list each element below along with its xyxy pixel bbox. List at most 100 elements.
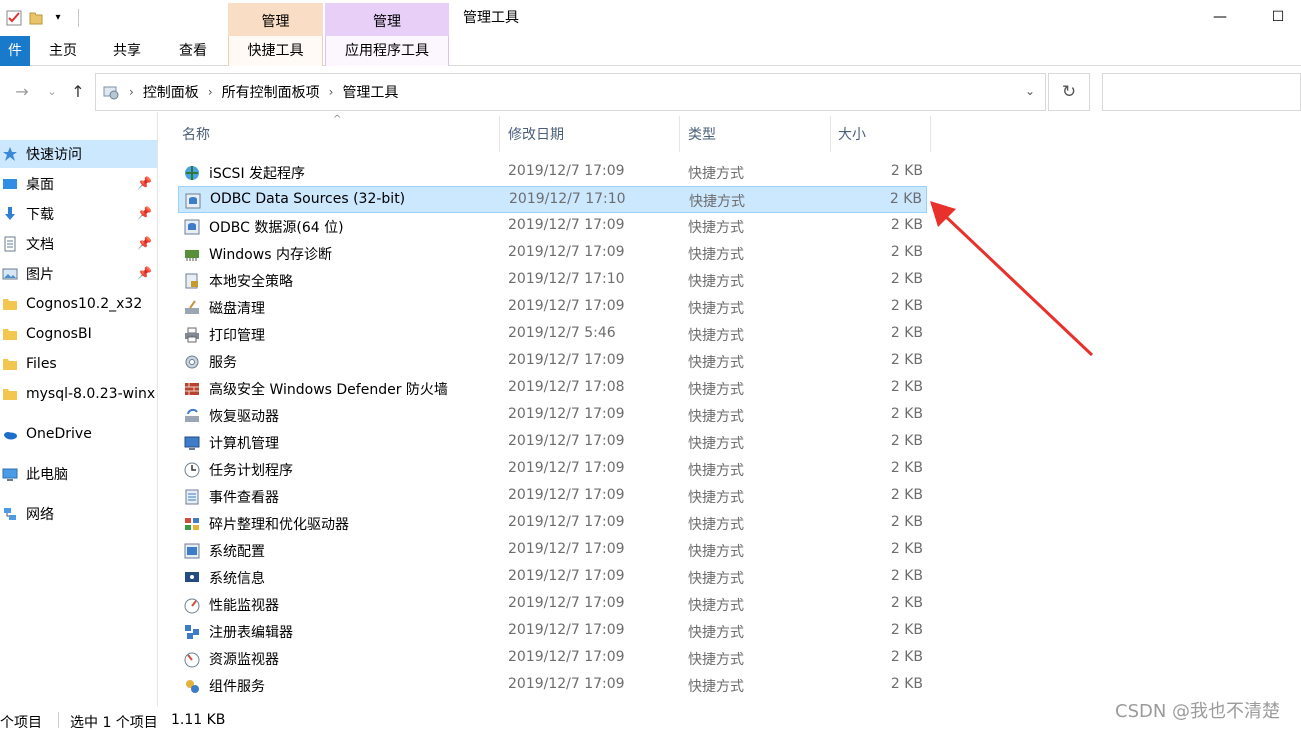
breadcrumb-separator: › — [328, 85, 334, 99]
file-date: 2019/12/7 17:09 — [508, 433, 625, 449]
watermark: CSDN @我也不清楚 — [1115, 701, 1281, 722]
nav-item-network[interactable]: 网络 — [0, 500, 157, 528]
nav-item-onedrive[interactable]: OneDrive — [0, 420, 157, 448]
nav-item-desktop[interactable]: 桌面 📌 — [0, 170, 157, 198]
tab-application-tools[interactable]: 应用程序工具 — [325, 36, 449, 66]
refresh-button[interactable]: ↻ — [1048, 73, 1090, 111]
customize-dropdown-icon[interactable]: ▾ — [50, 10, 66, 26]
file-date: 2019/12/7 17:09 — [508, 595, 625, 611]
tab-shortcut-tools[interactable]: 快捷工具 — [228, 36, 323, 66]
file-row[interactable]: 注册表编辑器 2019/12/7 17:09 快捷方式 2 KB — [178, 618, 927, 645]
column-header-name[interactable]: 名称 — [182, 116, 210, 152]
folder-icon — [2, 326, 18, 342]
file-type: 快捷方式 — [688, 544, 744, 560]
breadcrumb-separator: › — [207, 85, 213, 99]
nav-item-quick-access[interactable]: 快速访问 — [0, 140, 157, 168]
file-row[interactable]: 碎片整理和优化驱动器 2019/12/7 17:09 快捷方式 2 KB — [178, 510, 927, 537]
file-row[interactable]: 事件查看器 2019/12/7 17:09 快捷方式 2 KB — [178, 483, 927, 510]
file-name: 本地安全策略 — [209, 274, 293, 290]
properties-icon[interactable] — [6, 10, 22, 26]
file-row[interactable]: 系统信息 2019/12/7 17:09 快捷方式 2 KB — [178, 564, 927, 591]
column-header-type[interactable]: 类型 — [688, 116, 716, 152]
file-row[interactable]: 磁盘清理 2019/12/7 17:09 快捷方式 2 KB — [178, 294, 927, 321]
file-date: 2019/12/7 17:09 — [508, 298, 625, 314]
file-size: 2 KB — [890, 460, 923, 476]
file-type: 快捷方式 — [688, 625, 744, 641]
file-row[interactable]: 打印管理 2019/12/7 5:46 快捷方式 2 KB — [178, 321, 927, 348]
file-size: 2 KB — [890, 352, 923, 368]
nav-item-downloads[interactable]: 下载 📌 — [0, 200, 157, 228]
recent-locations-button[interactable]: ⌄ — [40, 80, 64, 104]
tab-view[interactable]: 查看 — [170, 36, 216, 66]
breadcrumb-control-panel[interactable]: 控制面板 — [143, 82, 199, 102]
file-size: 2 KB — [890, 325, 923, 341]
column-divider[interactable] — [499, 116, 500, 152]
tab-share[interactable]: 共享 — [104, 36, 150, 66]
computer-icon — [2, 466, 18, 482]
new-folder-icon[interactable] — [28, 10, 44, 26]
file-row[interactable]: 本地安全策略 2019/12/7 17:10 快捷方式 2 KB — [178, 267, 927, 294]
breadcrumb-all-items[interactable]: 所有控制面板项 — [222, 82, 320, 102]
file-size: 2 KB — [890, 433, 923, 449]
tab-home[interactable]: 主页 — [40, 36, 86, 66]
up-button[interactable]: ↑ — [66, 80, 90, 104]
file-row-selected[interactable]: ODBC Data Sources (32-bit) 2019/12/7 17:… — [178, 186, 927, 213]
file-row[interactable]: 计算机管理 2019/12/7 17:09 快捷方式 2 KB — [178, 429, 927, 456]
file-row[interactable]: ODBC 数据源(64 位) 2019/12/7 17:09 快捷方式 2 KB — [178, 213, 927, 240]
column-divider[interactable] — [679, 116, 680, 152]
search-input[interactable] — [1102, 73, 1301, 111]
address-bar[interactable]: › 控制面板 › 所有控制面板项 › 管理工具 ⌄ — [95, 73, 1046, 111]
file-row[interactable]: 系统配置 2019/12/7 17:09 快捷方式 2 KB — [178, 537, 927, 564]
folder-icon — [2, 386, 18, 402]
file-type: 快捷方式 — [688, 409, 744, 425]
column-divider[interactable] — [830, 116, 831, 152]
column-header-date[interactable]: 修改日期 — [508, 116, 564, 152]
task-scheduler-icon — [183, 461, 201, 479]
file-row[interactable]: 恢复驱动器 2019/12/7 17:09 快捷方式 2 KB — [178, 402, 927, 429]
file-row[interactable]: 任务计划程序 2019/12/7 17:09 快捷方式 2 KB — [178, 456, 927, 483]
nav-item-label: mysql-8.0.23-winx — [26, 386, 156, 402]
file-list: iSCSI 发起程序 2019/12/7 17:09 快捷方式 2 KB ODB… — [178, 159, 938, 699]
file-size: 2 KB — [890, 541, 923, 557]
folder-icon — [2, 296, 18, 312]
minimize-button[interactable]: — — [1200, 4, 1240, 30]
column-header-size[interactable]: 大小 — [838, 116, 866, 152]
file-row[interactable]: 资源监视器 2019/12/7 17:09 快捷方式 2 KB — [178, 645, 927, 672]
context-tab-header-application: 管理 — [325, 3, 449, 36]
file-name: 事件查看器 — [209, 490, 279, 506]
file-size: 2 KB — [890, 622, 923, 638]
file-row[interactable]: 高级安全 Windows Defender 防火墙 2019/12/7 17:0… — [178, 375, 927, 402]
file-row[interactable]: 性能监视器 2019/12/7 17:09 快捷方式 2 KB — [178, 591, 927, 618]
file-name: 磁盘清理 — [209, 301, 265, 317]
file-name: 服务 — [209, 355, 237, 371]
chevron-down-icon[interactable]: ⌄ — [1025, 84, 1035, 98]
window-title: 管理工具 — [463, 10, 519, 26]
system-config-icon — [183, 542, 201, 560]
nav-item-pictures[interactable]: 图片 📌 — [0, 260, 157, 288]
nav-item-folder-mysql[interactable]: mysql-8.0.23-winx — [0, 380, 157, 408]
file-type: 快捷方式 — [688, 490, 744, 506]
breadcrumb-admin-tools[interactable]: 管理工具 — [342, 82, 398, 102]
nav-item-folder-cognos10[interactable]: Cognos10.2_x32 — [0, 290, 157, 318]
file-date: 2019/12/7 17:10 — [508, 271, 625, 287]
file-row[interactable]: Windows 内存诊断 2019/12/7 17:09 快捷方式 2 KB — [178, 240, 927, 267]
file-date: 2019/12/7 17:09 — [508, 163, 625, 179]
resource-monitor-icon — [183, 650, 201, 668]
nav-item-documents[interactable]: 文档 📌 — [0, 230, 157, 258]
nav-item-this-pc[interactable]: 此电脑 — [0, 460, 157, 488]
tab-file[interactable]: 件 — [0, 36, 30, 66]
back-button[interactable]: → — [10, 80, 34, 104]
file-name: iSCSI 发起程序 — [209, 166, 306, 182]
file-row[interactable]: iSCSI 发起程序 2019/12/7 17:09 快捷方式 2 KB — [178, 159, 927, 186]
maximize-button[interactable]: ☐ — [1258, 4, 1298, 30]
file-row[interactable]: 组件服务 2019/12/7 17:09 快捷方式 2 KB — [178, 672, 927, 699]
nav-item-label: Files — [26, 356, 57, 372]
nav-item-folder-cognosbi[interactable]: CognosBI — [0, 320, 157, 348]
nav-item-folder-files[interactable]: Files — [0, 350, 157, 378]
file-row[interactable]: 服务 2019/12/7 17:09 快捷方式 2 KB — [178, 348, 927, 375]
network-icon — [2, 506, 18, 522]
file-type: 快捷方式 — [688, 382, 744, 398]
column-divider[interactable] — [930, 116, 931, 152]
file-size: 2 KB — [890, 676, 923, 692]
pin-icon: 📌 — [137, 206, 152, 220]
